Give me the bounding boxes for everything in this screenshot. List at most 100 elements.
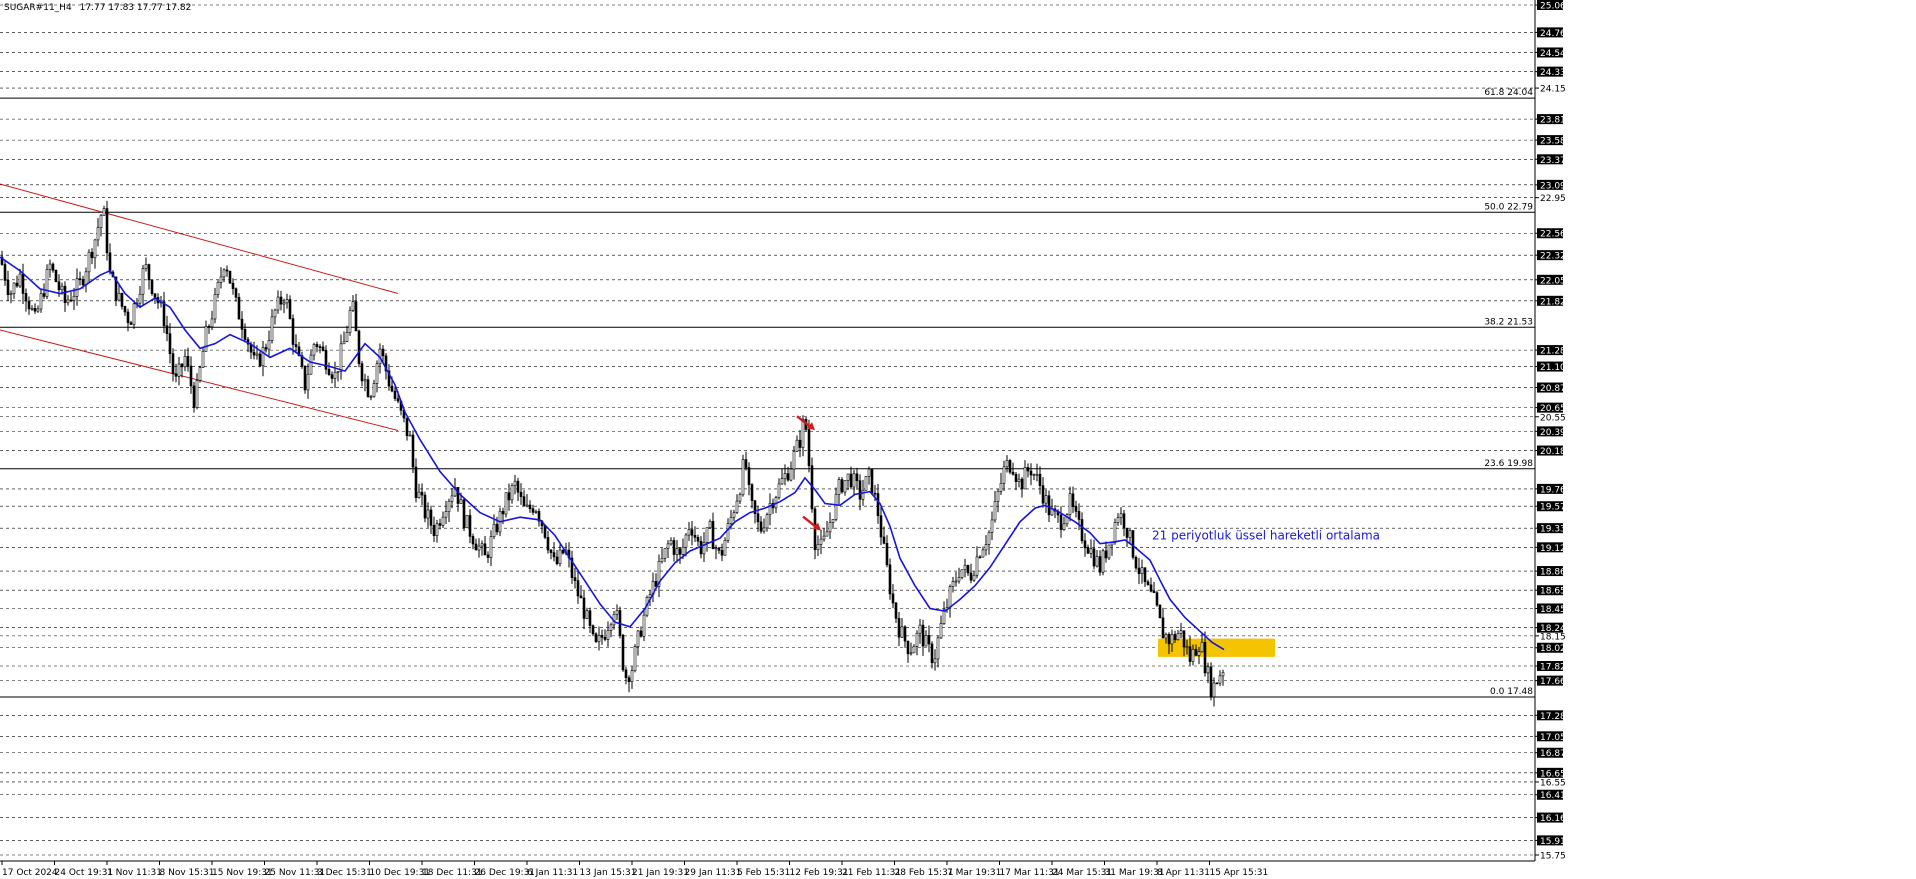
candle[interactable] (1023, 460, 1027, 490)
candle[interactable] (420, 483, 424, 506)
candle[interactable] (261, 340, 265, 377)
candle[interactable] (417, 483, 421, 499)
candle[interactable] (303, 365, 307, 394)
candle[interactable] (864, 476, 868, 491)
candle[interactable] (957, 567, 961, 584)
candle[interactable] (321, 341, 325, 352)
candle[interactable] (579, 585, 583, 599)
candle[interactable] (1014, 472, 1018, 491)
candle[interactable] (363, 373, 367, 392)
candle[interactable] (24, 288, 28, 312)
candle[interactable] (1203, 631, 1207, 677)
candle[interactable] (168, 323, 172, 364)
candle[interactable] (15, 275, 19, 288)
candle[interactable] (936, 635, 940, 668)
candle[interactable] (1068, 486, 1072, 522)
candle[interactable] (603, 629, 607, 642)
candle[interactable] (675, 540, 679, 563)
candle[interactable] (855, 467, 859, 490)
candle[interactable] (519, 483, 523, 505)
candle[interactable] (627, 675, 631, 693)
candle[interactable] (294, 334, 298, 352)
candle[interactable] (1095, 550, 1099, 568)
candle[interactable] (435, 519, 439, 543)
candle[interactable] (885, 535, 889, 568)
candle[interactable] (933, 649, 937, 671)
candle[interactable] (198, 365, 202, 383)
candle[interactable] (1215, 682, 1219, 685)
candle[interactable] (489, 530, 493, 566)
candle[interactable] (207, 324, 211, 334)
candle[interactable] (843, 480, 847, 496)
candle[interactable] (537, 508, 541, 527)
candle[interactable] (54, 269, 58, 283)
candle[interactable] (1200, 633, 1204, 653)
candle[interactable] (171, 348, 175, 382)
candle[interactable] (87, 249, 91, 283)
candle[interactable] (360, 360, 364, 387)
candle[interactable] (570, 550, 574, 584)
candle[interactable] (1110, 542, 1114, 556)
candle[interactable] (432, 516, 436, 542)
candle[interactable] (969, 563, 973, 584)
candle[interactable] (351, 295, 355, 313)
candle[interactable] (795, 435, 799, 453)
candle[interactable] (867, 466, 871, 485)
candle[interactable] (918, 618, 922, 644)
candle[interactable] (375, 360, 379, 393)
candle[interactable] (504, 492, 508, 518)
candle[interactable] (63, 281, 67, 312)
candle[interactable] (735, 494, 739, 515)
candle[interactable] (441, 511, 445, 529)
candle[interactable] (909, 642, 913, 656)
candle[interactable] (630, 666, 634, 689)
candle[interactable] (759, 516, 763, 534)
candle[interactable] (276, 290, 280, 314)
candle[interactable] (1086, 544, 1090, 555)
candle[interactable] (1008, 459, 1012, 475)
candle[interactable] (894, 602, 898, 623)
candle[interactable] (732, 509, 736, 522)
candle[interactable] (354, 293, 358, 332)
candle[interactable] (888, 558, 892, 600)
candle[interactable] (270, 309, 274, 344)
candle[interactable] (954, 571, 958, 587)
candle[interactable] (1050, 498, 1054, 516)
candle[interactable] (1020, 477, 1024, 498)
candle[interactable] (1140, 559, 1144, 584)
candle[interactable] (12, 282, 16, 299)
price-chart[interactable]: 61.8 24.04 50.0 22.79 38.2 21.53 23.6 19.98… (0, 0, 1916, 879)
candle[interactable] (972, 571, 976, 582)
candle[interactable] (1089, 539, 1093, 558)
candle[interactable] (996, 488, 1000, 513)
candle[interactable] (678, 547, 682, 564)
candle[interactable] (906, 640, 910, 663)
candle[interactable] (639, 626, 643, 638)
candle[interactable] (471, 533, 475, 550)
candle[interactable] (279, 290, 283, 311)
candle[interactable] (858, 474, 862, 511)
candle[interactable] (927, 625, 931, 653)
candle[interactable] (348, 306, 352, 336)
candle[interactable] (324, 345, 328, 375)
candle[interactable] (930, 641, 934, 669)
candle[interactable] (588, 607, 592, 633)
candle[interactable] (546, 530, 550, 554)
candle[interactable] (606, 621, 610, 647)
candle[interactable] (240, 311, 244, 339)
candle[interactable] (486, 551, 490, 564)
candle[interactable] (411, 430, 415, 474)
candle[interactable] (39, 289, 43, 313)
candle[interactable] (258, 351, 262, 368)
candle[interactable] (288, 295, 292, 320)
candle[interactable] (330, 371, 334, 384)
candle[interactable] (474, 538, 478, 551)
candle[interactable] (924, 630, 928, 647)
candle[interactable] (285, 293, 289, 309)
candle[interactable] (738, 492, 742, 505)
candle[interactable] (30, 305, 34, 311)
candle[interactable] (33, 303, 37, 314)
candle[interactable] (711, 512, 715, 550)
candle[interactable] (1137, 557, 1141, 585)
candle[interactable] (879, 506, 883, 546)
